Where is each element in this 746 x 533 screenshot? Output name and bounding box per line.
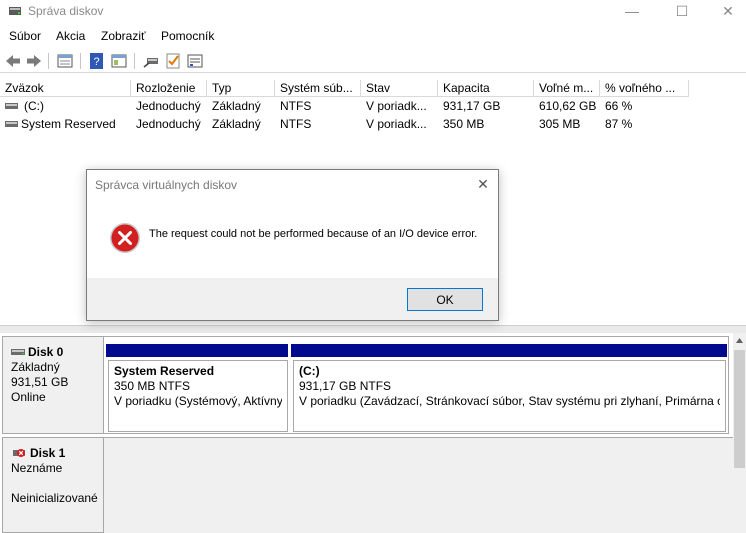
ok-button[interactable]: OK bbox=[407, 288, 483, 311]
disk-map-scrollbar[interactable] bbox=[733, 333, 746, 533]
disk-0-type: Základný bbox=[11, 360, 60, 374]
percent-free-cell: 66 % bbox=[605, 99, 633, 113]
disk-1-unallocated-area bbox=[104, 437, 733, 533]
volume-drive-icon bbox=[5, 121, 18, 127]
type-cell: Základný bbox=[212, 99, 261, 113]
filesystem-cell: NTFS bbox=[280, 99, 312, 113]
error-dialog: Správca virtuálnych diskov ✕ The request… bbox=[86, 169, 499, 321]
disk-0-partitions: System Reserved 350 MB NTFS V poriadku (… bbox=[104, 336, 729, 434]
filesystem-cell: NTFS bbox=[280, 117, 312, 131]
error-icon bbox=[110, 223, 140, 253]
capacity-cell: 350 MB bbox=[443, 117, 485, 131]
partition-status: V poriadku (Zavádzací, Stránkovací súbor… bbox=[299, 394, 720, 408]
disk-1-status: Neinicializované bbox=[11, 491, 98, 505]
partition-bar bbox=[291, 344, 727, 357]
menu-view[interactable]: Zobraziť bbox=[101, 29, 146, 43]
column-header-volume[interactable]: Zväzok bbox=[0, 80, 131, 97]
free-space-cell: 610,62 GB bbox=[539, 99, 597, 113]
volume-drive-icon bbox=[5, 103, 18, 109]
partition-c-drive[interactable]: (C:) 931,17 GB NTFS V poriadku (Zavádzac… bbox=[293, 360, 726, 432]
column-header-status[interactable]: Stav bbox=[361, 80, 438, 97]
toolbar-separator bbox=[134, 53, 135, 69]
layout-cell: Jednoduchý bbox=[136, 117, 201, 131]
toolbar: ? bbox=[0, 49, 746, 73]
column-header-layout[interactable]: Rozloženie bbox=[131, 80, 207, 97]
pane-splitter[interactable] bbox=[0, 325, 746, 333]
title-bar: Správa diskov — ☐ ✕ bbox=[0, 0, 746, 24]
connect-disk-icon[interactable] bbox=[142, 52, 160, 70]
volume-name: System Reserved bbox=[21, 117, 116, 131]
scroll-up-arrow-icon[interactable] bbox=[736, 338, 743, 343]
column-header-free-space[interactable]: Voľné m... bbox=[534, 80, 600, 97]
column-header-capacity[interactable]: Kapacita bbox=[438, 80, 534, 97]
disk-0-status: Online bbox=[11, 390, 46, 404]
menu-bar: Súbor Akcia Zobraziť Pomocník bbox=[0, 26, 746, 48]
disk-1-type: Neznáme bbox=[11, 461, 63, 475]
close-window-button[interactable]: ✕ bbox=[705, 0, 746, 22]
layout-cell: Jednoduchý bbox=[136, 99, 201, 113]
partition-name: System Reserved bbox=[114, 364, 215, 378]
column-header-filesystem[interactable]: Systém súb... bbox=[275, 80, 361, 97]
dialog-button-bar: OK bbox=[87, 278, 498, 320]
volume-name: (C:) bbox=[24, 99, 44, 113]
partition-bar bbox=[106, 344, 288, 357]
svg-text:?: ? bbox=[93, 56, 99, 68]
settings-list-icon[interactable] bbox=[186, 52, 204, 70]
maximize-button[interactable]: ☐ bbox=[659, 0, 705, 22]
checklist-icon[interactable] bbox=[164, 52, 182, 70]
disk-0-size: 931,51 GB bbox=[11, 375, 69, 389]
column-header-type[interactable]: Typ bbox=[207, 80, 275, 97]
disk-management-app-icon bbox=[9, 7, 21, 15]
partition-size: 931,17 GB NTFS bbox=[299, 379, 392, 393]
status-cell: V poriadk... bbox=[366, 117, 427, 131]
column-header-percent-free[interactable]: % voľného ... bbox=[600, 80, 689, 97]
console-view-icon[interactable] bbox=[110, 52, 128, 70]
back-arrow-icon[interactable] bbox=[4, 52, 22, 70]
menu-help[interactable]: Pomocník bbox=[161, 29, 214, 43]
scrollbar-thumb[interactable] bbox=[734, 350, 745, 468]
partition-name: (C:) bbox=[299, 364, 320, 378]
dialog-title: Správca virtuálnych diskov bbox=[95, 178, 238, 192]
forward-arrow-icon[interactable] bbox=[25, 52, 43, 70]
disk-1-label-panel[interactable]: Disk 1 Neznáme Neinicializované bbox=[2, 437, 104, 533]
disk-drive-icon bbox=[11, 349, 25, 355]
disk-0-label-panel[interactable]: Disk 0 Základný 931,51 GB Online bbox=[2, 336, 104, 434]
help-icon[interactable]: ? bbox=[88, 52, 106, 70]
window-title: Správa diskov bbox=[28, 4, 104, 18]
capacity-cell: 931,17 GB bbox=[443, 99, 501, 113]
partition-size: 350 MB NTFS bbox=[114, 379, 191, 393]
disk-error-icon bbox=[13, 449, 25, 457]
minimize-button[interactable]: — bbox=[609, 0, 655, 22]
menu-action[interactable]: Akcia bbox=[56, 29, 85, 43]
disk-map: Disk 0 Základný 931,51 GB Online System … bbox=[0, 333, 746, 533]
status-cell: V poriadk... bbox=[366, 99, 427, 113]
toolbar-separator bbox=[80, 53, 81, 69]
percent-free-cell: 87 % bbox=[605, 117, 633, 131]
disk-0-name: Disk 0 bbox=[28, 345, 64, 359]
dialog-message: The request could not be performed becau… bbox=[149, 228, 478, 240]
disk-1-name: Disk 1 bbox=[30, 446, 66, 460]
partition-status: V poriadku (Systémový, Aktívny, bbox=[114, 394, 282, 408]
type-cell: Základný bbox=[212, 117, 261, 131]
properties-icon[interactable] bbox=[56, 52, 74, 70]
menu-file[interactable]: Súbor bbox=[9, 29, 41, 43]
dialog-close-button[interactable]: ✕ bbox=[473, 174, 493, 194]
partition-system-reserved[interactable]: System Reserved 350 MB NTFS V poriadku (… bbox=[108, 360, 288, 432]
free-space-cell: 305 MB bbox=[539, 117, 581, 131]
toolbar-separator bbox=[48, 53, 49, 69]
